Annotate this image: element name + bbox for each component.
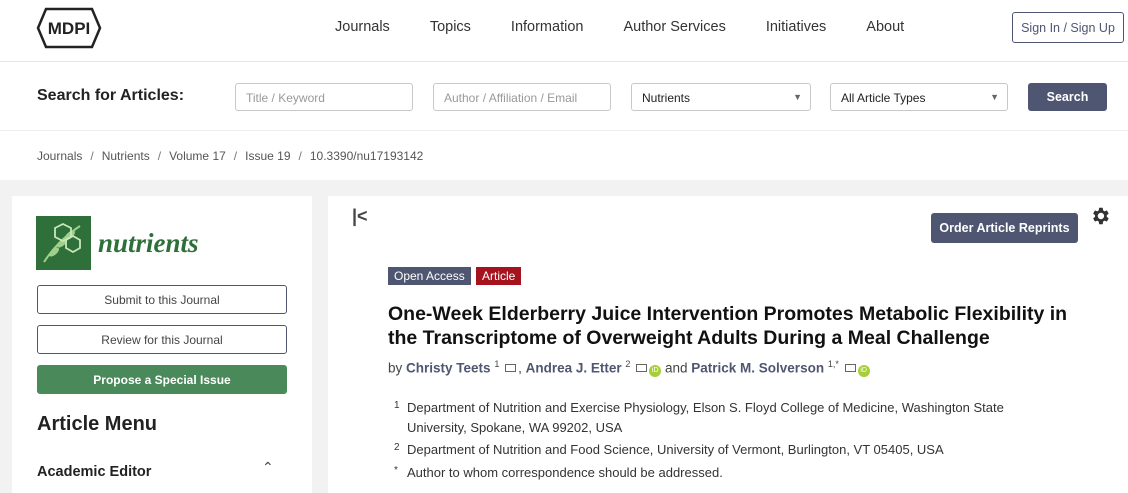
breadcrumb-doi: 10.3390/nu17193142 (309, 149, 424, 163)
breadcrumb: Journals / Nutrients / Volume 17 / Issue 19 / 10… (0, 131, 1128, 180)
article-type-badge: Article (476, 267, 522, 285)
journal-select-value: Nutrients (642, 91, 691, 105)
gear-icon[interactable] (1089, 205, 1111, 227)
sidebar: nutrients Submit to this Journal Review … (12, 196, 312, 493)
submit-to-journal-button[interactable]: Submit to this Journal (37, 285, 287, 314)
breadcrumb-separator: / (90, 149, 94, 163)
search-bar: Search for Articles: Title / Keyword Aut… (0, 62, 1128, 131)
author-name[interactable]: Christy Teets (406, 361, 491, 376)
menu-item-academic-editor[interactable]: Academic Editor (37, 464, 151, 480)
review-for-journal-button[interactable]: Review for this Journal (37, 325, 287, 354)
email-icon[interactable] (844, 363, 856, 372)
nav-information[interactable]: Information (511, 19, 584, 35)
propose-special-issue-button[interactable]: Propose a Special Issue (37, 365, 287, 394)
article-menu-title: Article Menu (37, 413, 158, 435)
journal-name[interactable]: nutrients (98, 228, 199, 259)
affiliation-number: 2 (394, 442, 400, 453)
article-type-select-value: All Article Types (841, 91, 926, 105)
signin-button[interactable]: Sign In / Sign Up (1012, 12, 1124, 43)
caret-down-icon: ▼ (990, 92, 999, 102)
breadcrumb-separator: / (298, 149, 302, 163)
affiliation-text: Department of Nutrition and Exercise Phy… (407, 400, 1004, 435)
author-affil-sup: 2 (625, 359, 631, 369)
article-title: One-Week Elderberry Juice Intervention P… (388, 303, 1068, 349)
nav-about[interactable]: About (866, 19, 904, 35)
affiliation-number: 1 (394, 400, 400, 411)
breadcrumb-volume[interactable]: Volume 17 (169, 149, 226, 163)
author-input[interactable]: Author / Affiliation / Email (433, 83, 611, 111)
breadcrumb-separator: / (233, 149, 238, 163)
journal-select[interactable]: Nutrients ▼ (631, 83, 811, 111)
author-name[interactable]: Andrea J. Etter (526, 361, 622, 376)
article-main: |< Order Article Reprints Open Access Ar… (328, 196, 1128, 493)
orcid-icon[interactable]: iD (857, 364, 870, 377)
collapse-sidebar-icon[interactable]: |< (352, 206, 368, 227)
author-list: by Christy Teets 1 , Andrea J. Etter 2 i… (388, 359, 870, 377)
breadcrumb-issue[interactable]: Issue 19 (245, 149, 290, 163)
email-icon[interactable] (636, 363, 648, 372)
mdpi-logo[interactable]: MDPI (36, 7, 102, 49)
affiliation-text: Department of Nutrition and Food Science… (407, 442, 944, 457)
title-keyword-input[interactable]: Title / Keyword (235, 83, 413, 111)
nav-initiatives[interactable]: Initiatives (766, 19, 826, 35)
breadcrumb-separator: / (157, 149, 162, 163)
main-nav: Journals Topics Information Author Servi… (335, 19, 944, 35)
nav-topics[interactable]: Topics (430, 19, 471, 35)
breadcrumb-nutrients[interactable]: Nutrients (102, 149, 150, 163)
journal-logo-icon[interactable] (36, 216, 91, 270)
orcid-icon[interactable]: iD (649, 364, 662, 377)
top-nav: MDPI Journals Topics Information Author … (0, 0, 1128, 62)
chevron-up-icon[interactable]: ⌃ (262, 459, 274, 476)
nav-author-services[interactable]: Author Services (623, 19, 725, 35)
affiliation-number: * (394, 465, 398, 476)
and-label: and (664, 360, 688, 376)
email-icon[interactable] (505, 363, 517, 372)
author-name[interactable]: Patrick M. Solverson (691, 361, 824, 376)
article-type-select[interactable]: All Article Types ▼ (830, 83, 1008, 111)
order-reprints-button[interactable]: Order Article Reprints (931, 213, 1078, 243)
caret-down-icon: ▼ (793, 92, 802, 102)
search-label: Search for Articles: (37, 87, 185, 104)
svg-text:MDPI: MDPI (48, 19, 91, 38)
author-affil-sup: 1 (494, 359, 500, 369)
author-affil-sup: 1,* (827, 359, 839, 369)
open-access-badge: Open Access (388, 267, 471, 285)
nav-journals[interactable]: Journals (335, 19, 390, 35)
search-button[interactable]: Search (1028, 83, 1107, 111)
affiliation-text: Author to whom correspondence should be … (407, 465, 723, 480)
breadcrumb-journals[interactable]: Journals (37, 149, 82, 163)
by-label: by (388, 360, 403, 376)
